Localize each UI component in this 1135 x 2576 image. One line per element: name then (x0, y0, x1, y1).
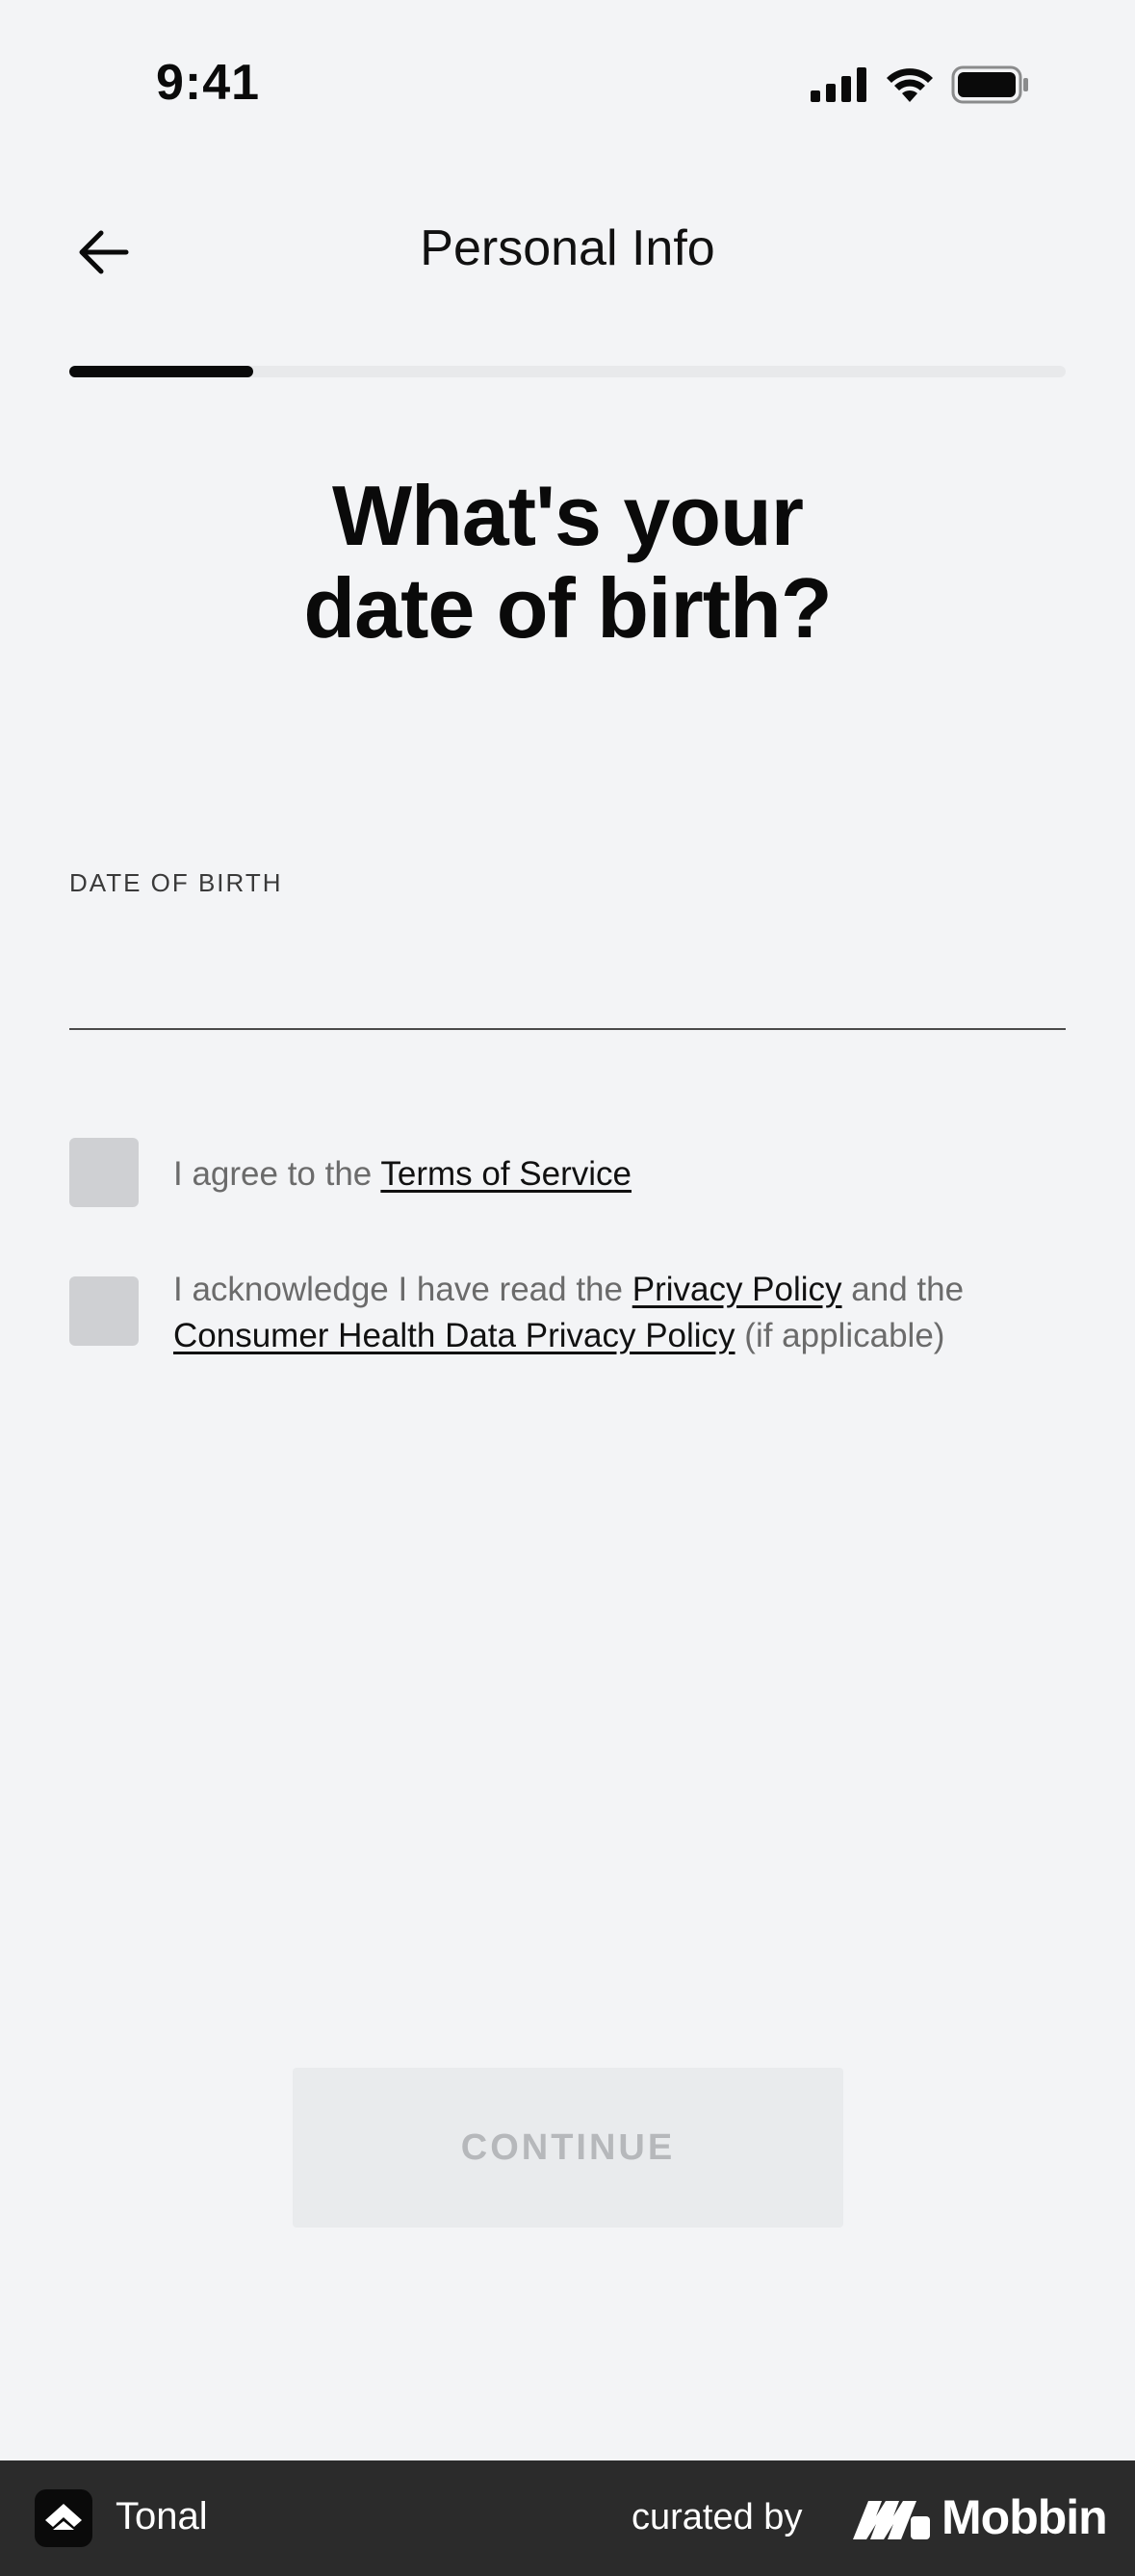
question-heading: What's your date of birth? (0, 470, 1135, 655)
privacy-policy-link[interactable]: Privacy Policy (632, 1271, 842, 1308)
wifi-icon (887, 68, 933, 102)
terms-checkbox[interactable] (69, 1138, 139, 1207)
terms-of-service-link[interactable]: Terms of Service (380, 1155, 632, 1193)
progress-bar (69, 366, 1066, 377)
curated-by-text: curated by (632, 2497, 803, 2537)
footer-bar: Tonal curated by Mobbin (0, 2460, 1135, 2576)
privacy-text: I acknowledge I have read the Privacy Po… (173, 1267, 1135, 1359)
cellular-signal-icon (811, 67, 866, 102)
status-bar: 9:41 (0, 0, 1135, 173)
privacy-middle: and the (841, 1271, 965, 1308)
status-icons (811, 64, 1030, 106)
privacy-suffix: (if applicable) (735, 1317, 945, 1354)
dob-input[interactable] (69, 914, 1066, 1030)
battery-icon (951, 65, 1028, 104)
tonal-mark-icon (45, 2504, 82, 2530)
consumer-health-privacy-link[interactable]: Consumer Health Data Privacy Policy (173, 1317, 735, 1354)
mobbin-brand: Mobbin (942, 2490, 1108, 2544)
status-time: 9:41 (156, 55, 261, 111)
page-title: Personal Info (420, 220, 715, 276)
tonal-logo-icon (35, 2489, 92, 2547)
continue-button[interactable]: CONTINUE (293, 2068, 843, 2228)
app-name: Tonal (116, 2495, 208, 2537)
privacy-prefix: I acknowledge I have read the (173, 1271, 632, 1308)
progress-fill (69, 366, 254, 377)
terms-prefix: I agree to the (173, 1155, 381, 1193)
question-line-2: date of birth? (303, 560, 832, 656)
mobbin-logo-icon (853, 2501, 930, 2539)
terms-text: I agree to the Terms of Service (173, 1151, 632, 1198)
dob-label: DATE OF BIRTH (69, 868, 283, 897)
question-line-1: What's your (331, 468, 804, 563)
privacy-checkbox[interactable] (69, 1276, 139, 1346)
